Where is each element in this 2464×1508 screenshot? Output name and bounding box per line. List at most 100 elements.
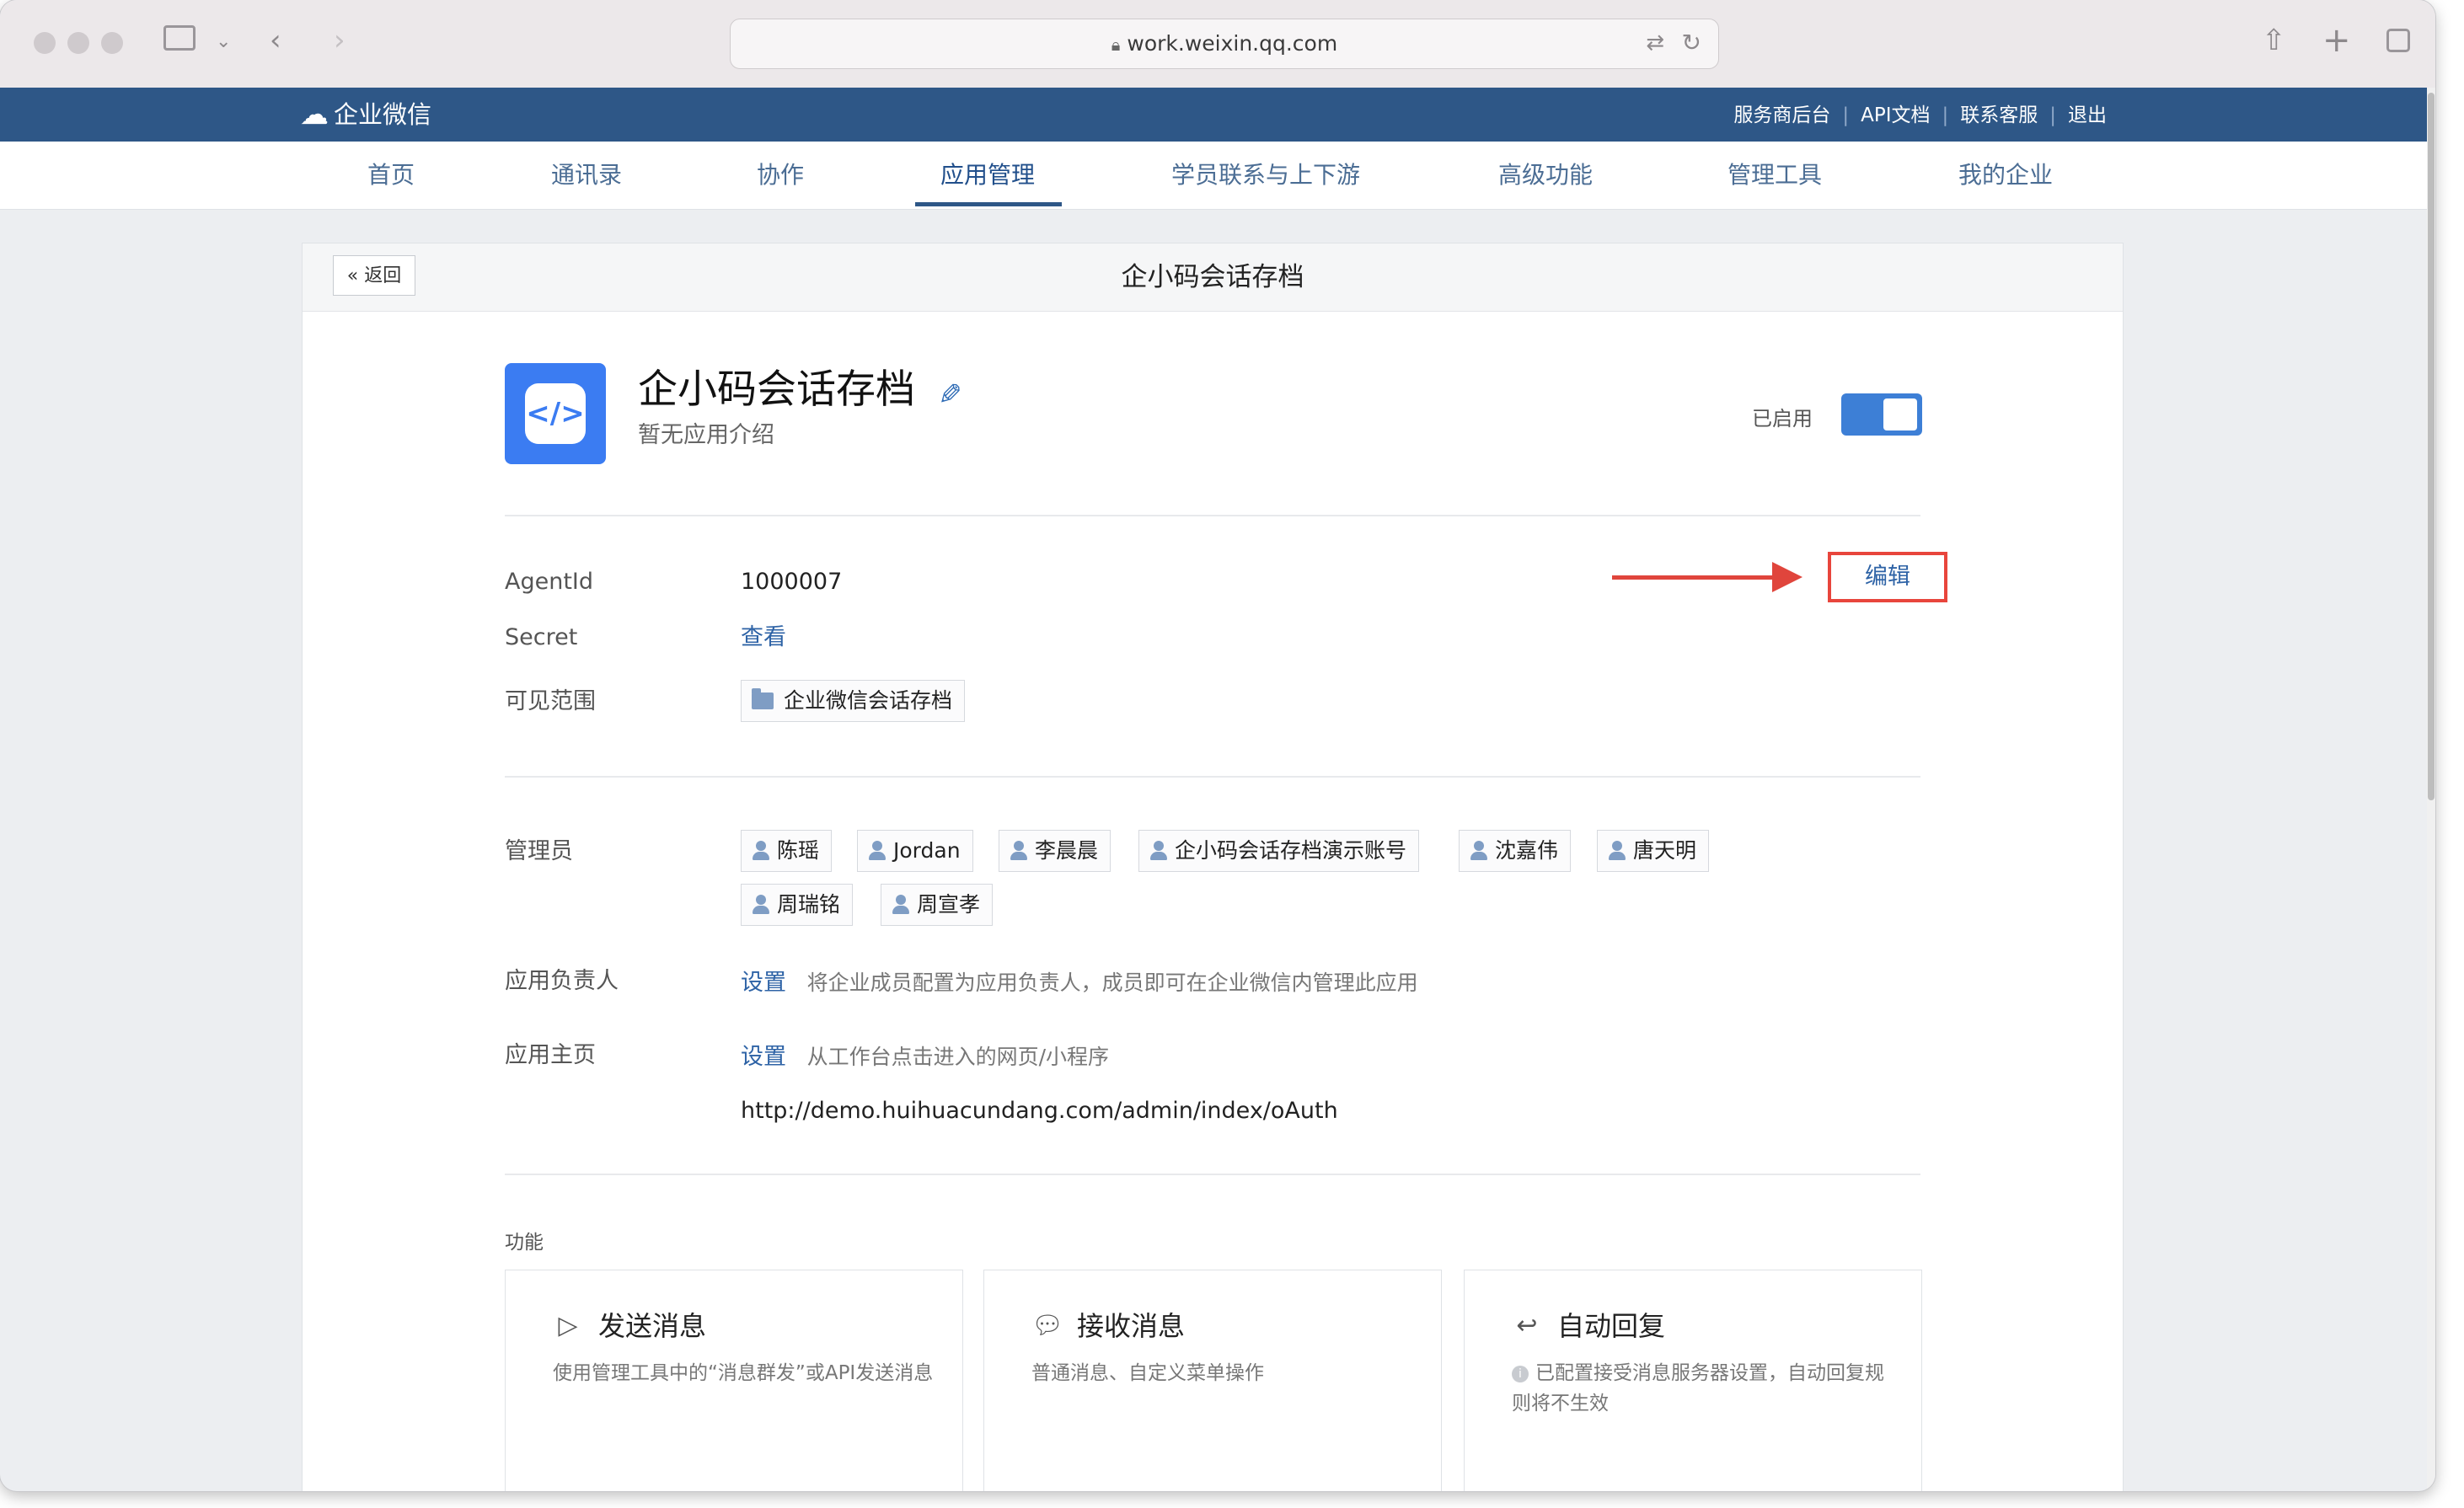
scope-chip-label: 企业微信会话存档 [784, 688, 953, 713]
admin-chip[interactable]: 唐天明 [1597, 830, 1710, 872]
chevron-down-icon[interactable]: ⌄ [216, 25, 231, 59]
translate-icon[interactable]: ⇄ [1646, 26, 1664, 60]
annotation-arrow-head [1772, 562, 1802, 592]
chat-bubble-icon: 💬︎ [1031, 1311, 1064, 1340]
admin-chip[interactable]: Jordan [857, 830, 973, 872]
app-icon: </> [505, 363, 606, 464]
logo[interactable]: ☁︎ 企业微信 [300, 98, 431, 131]
forward-arrow-icon[interactable]: › [334, 24, 345, 57]
feature-title: 接收消息 [1077, 1310, 1186, 1342]
person-icon [752, 841, 770, 861]
person-icon [1470, 841, 1488, 861]
person-icon [868, 841, 887, 861]
share-icon[interactable]: ⇧ [2262, 24, 2286, 57]
admin-chip[interactable]: 陈瑶 [741, 830, 833, 872]
scrollbar-thumb[interactable] [2428, 93, 2435, 800]
nav-my-company[interactable]: 我的企业 [1958, 142, 2053, 209]
homepage-url: http://demo.huihuacundang.com/admin/inde… [741, 1098, 1338, 1124]
view-secret-link[interactable]: 查看 [741, 621, 786, 655]
admin-chip[interactable]: 李晨晨 [999, 830, 1111, 872]
admin-name: 李晨晨 [1035, 838, 1099, 863]
set-homepage-link[interactable]: 设置 [741, 1044, 786, 1070]
minimize-window-button[interactable] [67, 32, 89, 54]
divider [505, 1174, 1920, 1175]
annotation-arrow [1612, 575, 1781, 580]
logo-text: 企业微信 [334, 100, 432, 129]
set-owner-link[interactable]: 设置 [741, 970, 786, 996]
admin-name: 企小码会话存档演示账号 [1175, 838, 1407, 863]
code-icon: </> [525, 383, 586, 444]
admins-label: 管理员 [505, 838, 573, 864]
admin-name: 唐天明 [1633, 838, 1697, 863]
owner-hint: 将企业成员配置为应用负责人，成员即可在企业微信内管理此应用 [806, 971, 1418, 995]
separator: | [2049, 104, 2056, 126]
header-links: 服务商后台 | API文档 | 联系客服 | 退出 [1733, 103, 2107, 128]
separator: | [1942, 104, 1949, 126]
feature-card-send[interactable]: ▷ 发送消息 使用管理工具中的“消息群发”或API发送消息 [505, 1270, 963, 1491]
status-label: 已启用 [1752, 407, 1813, 430]
nav-collaboration[interactable]: 协作 [757, 142, 804, 209]
enable-toggle[interactable] [1841, 393, 1922, 436]
app-owner-label: 应用负责人 [505, 968, 619, 994]
info-icon: i [1512, 1365, 1529, 1382]
tab-overview-icon[interactable] [2386, 29, 2410, 52]
feature-description: 使用管理工具中的“消息群发”或API发送消息 [553, 1362, 934, 1384]
maximize-window-button[interactable] [101, 32, 123, 54]
app-description: 暂无应用介绍 [638, 422, 774, 448]
toggle-knob [1883, 398, 1917, 430]
nav-app-management[interactable]: 应用管理 [940, 142, 1035, 209]
visibility-scope-label: 可见范围 [505, 688, 596, 714]
secret-label: Secret [505, 624, 578, 650]
url-text: work.weixin.qq.com [1127, 31, 1338, 56]
nav-management-tools[interactable]: 管理工具 [1727, 142, 1822, 209]
agentid-label: AgentId [505, 569, 594, 595]
card-header: « 返回 企小码会话存档 [303, 243, 2123, 312]
sidebar-toggle-icon[interactable] [163, 25, 196, 51]
active-tab-indicator [915, 202, 1062, 206]
folder-icon [752, 688, 774, 709]
features-heading: 功能 [505, 1232, 544, 1254]
edit-name-icon[interactable]: ✎ [931, 382, 965, 406]
lock-icon: 🔒︎ [1111, 35, 1121, 55]
new-tab-icon[interactable]: + [2322, 24, 2351, 57]
scope-chip[interactable]: 企业微信会话存档 [741, 680, 966, 722]
feature-title: 自动回复 [1557, 1310, 1666, 1342]
divider [505, 776, 1920, 778]
api-docs-link[interactable]: API文档 [1861, 103, 1930, 128]
person-icon [752, 895, 770, 915]
admin-chip[interactable]: 沈嘉伟 [1459, 830, 1572, 872]
feature-card-receive[interactable]: 💬︎ 接收消息 普通消息、自定义菜单操作 [983, 1270, 1442, 1491]
reload-icon[interactable]: ↻ [1682, 26, 1701, 60]
person-icon [1149, 841, 1168, 861]
app-owner-row: 设置 将企业成员配置为应用负责人，成员即可在企业微信内管理此应用 [741, 966, 1418, 1000]
main-nav: 首页 通讯录 协作 应用管理 学员联系与上下游 高级功能 管理工具 我的企业 [0, 142, 2435, 210]
wecom-logo-icon: ☁︎ [300, 98, 329, 131]
logout-link[interactable]: 退出 [2068, 103, 2107, 128]
nav-home[interactable]: 首页 [367, 142, 415, 209]
admin-chip[interactable]: 周宣孝 [881, 884, 994, 926]
nav-advanced[interactable]: 高级功能 [1498, 142, 1593, 209]
contact-support-link[interactable]: 联系客服 [1960, 103, 2038, 128]
edit-link[interactable]: 编辑 [1831, 555, 1944, 599]
admin-chip[interactable]: 周瑞铭 [741, 884, 854, 926]
browser-toolbar: ⌄ ‹ › 🔒︎ work.weixin.qq.com ⇄ ↻ ⇧ + [0, 0, 2435, 88]
admin-name: 周瑞铭 [777, 892, 841, 917]
app-name: 企小码会话存档 [638, 366, 915, 413]
admin-name: Jordan [893, 838, 961, 863]
address-bar[interactable]: 🔒︎ work.weixin.qq.com ⇄ ↻ [730, 19, 1719, 69]
app-header: ☁︎ 企业微信 服务商后台 | API文档 | 联系客服 | 退出 [0, 88, 2435, 142]
feature-card-autoreply[interactable]: ↩ 自动回复 i 已配置接受消息服务器设置，自动回复规则将不生效 [1464, 1270, 1922, 1491]
divider [505, 515, 1920, 516]
homepage-hint: 从工作台点击进入的网页/小程序 [806, 1045, 1110, 1069]
feature-description: i 已配置接受消息服务器设置，自动回复规则将不生效 [1512, 1362, 1884, 1414]
service-provider-link[interactable]: 服务商后台 [1733, 103, 1830, 128]
separator: | [1842, 104, 1850, 126]
close-window-button[interactable] [34, 32, 56, 54]
nav-contacts[interactable]: 通讯录 [551, 142, 622, 209]
back-arrow-icon[interactable]: ‹ [270, 24, 281, 57]
app-homepage-label: 应用主页 [505, 1042, 596, 1068]
person-icon [1608, 841, 1626, 861]
admin-chip[interactable]: 企小码会话存档演示账号 [1138, 830, 1420, 872]
nav-student-contacts[interactable]: 学员联系与上下游 [1171, 142, 1360, 209]
person-icon [1010, 841, 1028, 861]
